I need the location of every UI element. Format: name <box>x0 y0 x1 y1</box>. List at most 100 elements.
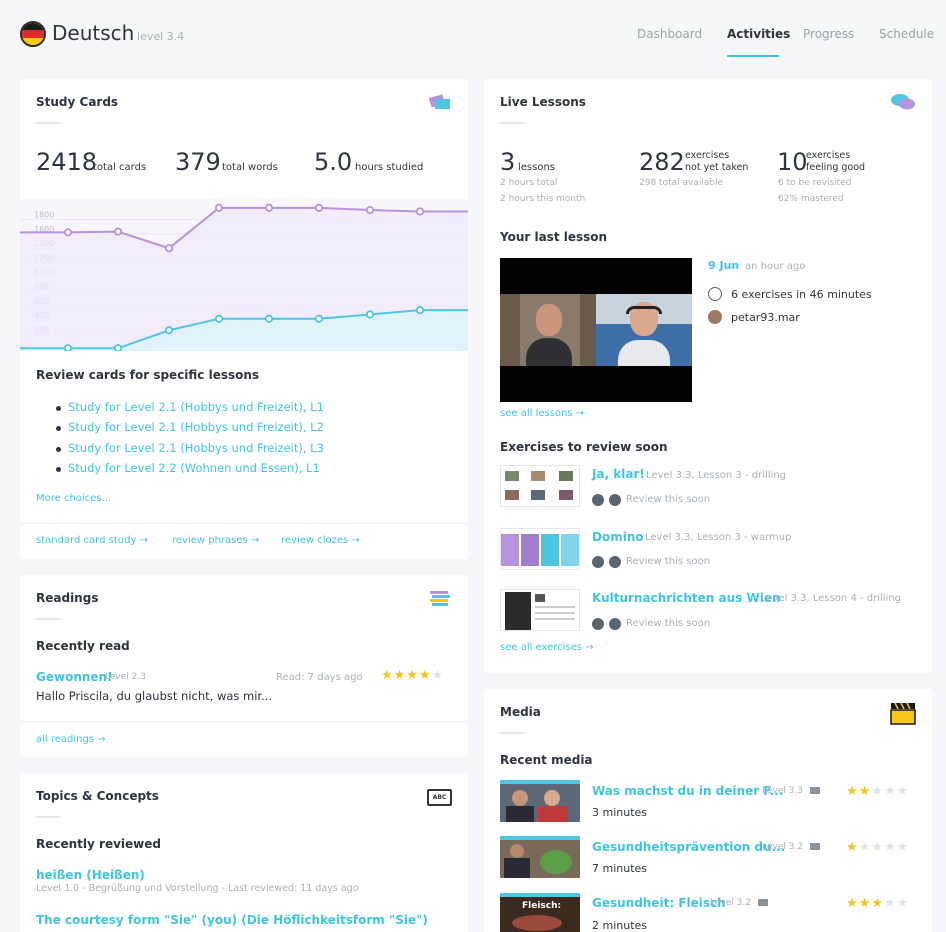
exercise-title[interactable]: Ja, klar! <box>592 467 645 481</box>
media-rating: ★★★★★ <box>846 896 909 911</box>
star-empty-icon: ★ <box>896 840 910 855</box>
title-divider <box>500 122 524 124</box>
total-available: 298 total available <box>639 178 724 188</box>
tab-schedule[interactable]: Schedule <box>879 27 934 41</box>
star-empty-icon: ★ <box>896 784 910 799</box>
media-duration: 7 minutes <box>592 862 648 875</box>
see-all-lessons-link[interactable]: see all lessons → <box>500 408 584 419</box>
topics-title: Topics & Concepts <box>36 789 159 803</box>
star-empty-icon: ★ <box>431 668 445 683</box>
review-clozes-link[interactable]: review clozes → <box>281 535 360 546</box>
exercises-feeling-good-count: 10 <box>777 148 808 176</box>
card-footer-divider <box>20 523 468 524</box>
student-video <box>500 294 596 366</box>
exercise-meta: Level 3.3, Lesson 3 - warmup <box>645 532 792 543</box>
readings-icon <box>430 591 450 606</box>
hours-studied-value: 5.0 <box>314 148 353 176</box>
exercise-thumbnail[interactable] <box>500 589 580 631</box>
video-camera-icon <box>810 843 820 850</box>
tab-dashboard[interactable]: Dashboard <box>637 27 702 41</box>
live-lessons-card: Live Lessons 3 lessons 2 hours total 2 h… <box>484 79 932 673</box>
data-point <box>63 228 73 237</box>
reading-level: Level 2.3 <box>105 672 146 682</box>
more-choices-link[interactable]: More choices... <box>36 493 111 504</box>
data-point <box>365 310 375 319</box>
language-title: Deutsch <box>52 21 135 45</box>
topic-title-1[interactable]: heißen (Heißen) <box>36 868 145 882</box>
standard-card-study-link[interactable]: standard card study → <box>36 535 148 546</box>
star-filled-icon: ★ <box>858 784 872 799</box>
clock-icon <box>592 494 604 506</box>
star-filled-icon: ★ <box>846 840 859 855</box>
video-camera-icon <box>810 787 820 794</box>
review-cards-heading: Review cards for specific lessons <box>36 368 260 382</box>
germany-flag-icon <box>20 21 46 47</box>
hours-studied-label: hours studied <box>355 162 424 173</box>
media-title-item[interactable]: Gesundheit: Fleisch <box>592 896 726 910</box>
exercises-label-2: exercises <box>806 150 851 161</box>
media-level: Level 3.2 <box>762 842 803 852</box>
topics-card: Topics & Concepts ABC Recently reviewed … <box>20 773 468 932</box>
topic-title-2[interactable]: The courtesy form "Sie" (you) (Die Höfli… <box>36 913 428 927</box>
exercise-title[interactable]: Kulturnachrichten aus Wien <box>592 591 781 605</box>
exercise-title[interactable]: Domino <box>592 530 644 544</box>
review-phrases-link[interactable]: review phrases → <box>172 535 259 546</box>
clock-icon <box>609 618 621 630</box>
star-empty-icon: ★ <box>883 784 897 799</box>
exercise-status: Review this soon <box>626 618 711 629</box>
total-cards-label: total cards <box>93 162 147 173</box>
media-title-item[interactable]: Gesundheitsprävention du... <box>592 840 785 854</box>
lesson-video-thumbnail[interactable] <box>500 258 692 402</box>
recently-read-heading: Recently read <box>36 639 130 653</box>
lessons-hours-total: 2 hours total <box>500 178 558 188</box>
clock-icon <box>609 556 621 568</box>
lesson-link-2[interactable]: Study for Level 2.1 (Hobbys und Freizeit… <box>56 420 324 434</box>
clock-icon <box>592 618 604 630</box>
reading-date: Read: 7 days ago <box>276 672 363 683</box>
abc-icon: ABC <box>427 789 452 806</box>
clapperboard-icon <box>890 702 916 725</box>
tab-progress[interactable]: Progress <box>803 27 854 41</box>
media-title-item[interactable]: Was machst du in deiner F... <box>592 784 783 798</box>
study-cards-card: Study Cards 2418 total cards 379 total w… <box>20 79 468 559</box>
data-point <box>314 314 324 323</box>
title-divider <box>500 732 524 734</box>
top-header: Deutsch level 3.4 Dashboard Activities P… <box>0 0 946 70</box>
exercise-thumbnail[interactable] <box>500 465 580 507</box>
media-level: Level 3.3 <box>762 786 803 796</box>
media-thumbnail[interactable] <box>500 836 580 878</box>
teacher-name[interactable]: petar93.mar <box>731 311 800 324</box>
media-duration: 2 minutes <box>592 919 648 932</box>
teacher-video <box>596 294 692 366</box>
clock-icon <box>708 287 722 301</box>
media-thumbnail[interactable]: Fleisch: <box>500 893 580 932</box>
see-all-exercises-link[interactable]: see all exercises → <box>500 642 594 653</box>
lesson-link-1[interactable]: Study for Level 2.1 (Hobbys und Freizeit… <box>56 400 324 414</box>
readings-title: Readings <box>36 591 99 605</box>
star-filled-icon: ★ <box>393 668 407 683</box>
exercises-review-heading: Exercises to review soon <box>500 440 668 454</box>
media-card: Media Recent media Was machst du in dein… <box>484 689 932 932</box>
data-point <box>164 244 174 253</box>
card-footer-divider <box>20 721 468 722</box>
all-readings-link[interactable]: all readings → <box>36 734 106 745</box>
star-filled-icon: ★ <box>381 668 394 683</box>
study-cards-title: Study Cards <box>36 95 119 109</box>
lesson-link-3[interactable]: Study for Level 2.1 (Hobbys und Freizeit… <box>56 441 324 455</box>
media-thumbnail[interactable] <box>500 780 580 822</box>
exercise-thumbnail[interactable] <box>500 528 580 570</box>
tab-activities[interactable]: Activities <box>727 27 790 41</box>
recently-reviewed-heading: Recently reviewed <box>36 837 161 851</box>
total-words-value: 379 <box>175 148 221 176</box>
star-filled-icon: ★ <box>871 896 884 911</box>
title-divider <box>36 618 60 620</box>
lesson-link-4[interactable]: Study for Level 2.2 (Wohnen und Essen), … <box>56 461 320 475</box>
data-point <box>264 314 274 323</box>
reading-title[interactable]: Gewonnen! <box>36 670 113 684</box>
data-point <box>113 344 123 351</box>
reading-excerpt: Hallo Priscila, du glaubst nicht, was mi… <box>36 689 273 703</box>
media-rating: ★★★★★ <box>846 784 909 799</box>
star-filled-icon: ★ <box>406 668 419 683</box>
exercise-status: Review this soon <box>626 494 711 505</box>
clock-icon <box>609 494 621 506</box>
